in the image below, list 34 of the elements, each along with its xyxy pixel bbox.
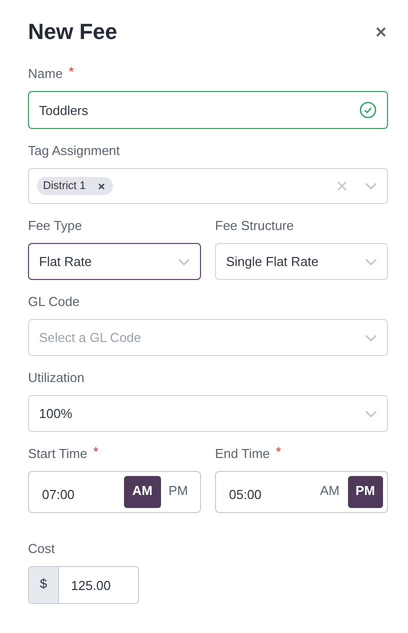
dialog-title: New Fee — [28, 19, 118, 45]
field-label: Start Time — [28, 446, 88, 461]
period-toggle[interactable]: PM — [160, 476, 196, 508]
required-mark: * — [276, 446, 281, 458]
tag-select-field[interactable]: District 1 — [28, 168, 388, 204]
currency-input-field[interactable]: $ 125.00 — [28, 566, 139, 604]
chevron-down-icon — [365, 182, 377, 190]
field-label: Cost — [28, 541, 55, 556]
field-label: Name — [28, 66, 63, 81]
close-icon[interactable] — [376, 27, 386, 37]
check-circle-icon — [359, 101, 377, 119]
field-label: End Time — [215, 446, 270, 461]
period-toggle[interactable]: AM — [312, 476, 348, 508]
tag-label: District 1 — [43, 180, 86, 192]
select-field[interactable]: Single Flat Rate — [215, 243, 388, 280]
chevron-down-icon — [365, 410, 377, 418]
period-toggle[interactable]: PM — [348, 476, 383, 508]
required-mark: * — [93, 446, 98, 458]
select-field[interactable]: Flat Rate — [28, 243, 201, 280]
field-label: Tag Assignment — [28, 143, 120, 158]
field-label: GL Code — [28, 294, 80, 309]
time-field[interactable]: 05:00 AM PM — [215, 471, 388, 513]
period-toggle[interactable]: AM — [124, 476, 160, 508]
remove-icon[interactable] — [98, 182, 105, 190]
select-field[interactable]: 100% — [28, 395, 388, 432]
field-label: Utilization — [28, 370, 84, 385]
field-label: Fee Structure — [215, 218, 294, 233]
input-field[interactable]: Toddlers — [28, 91, 388, 129]
field-label: Fee Type — [28, 218, 82, 233]
time-field[interactable]: 07:00 AM PM — [28, 471, 201, 513]
chevron-down-icon — [178, 258, 190, 266]
required-mark: * — [68, 66, 74, 78]
chevron-down-icon — [365, 258, 377, 266]
chevron-down-icon — [365, 334, 377, 342]
